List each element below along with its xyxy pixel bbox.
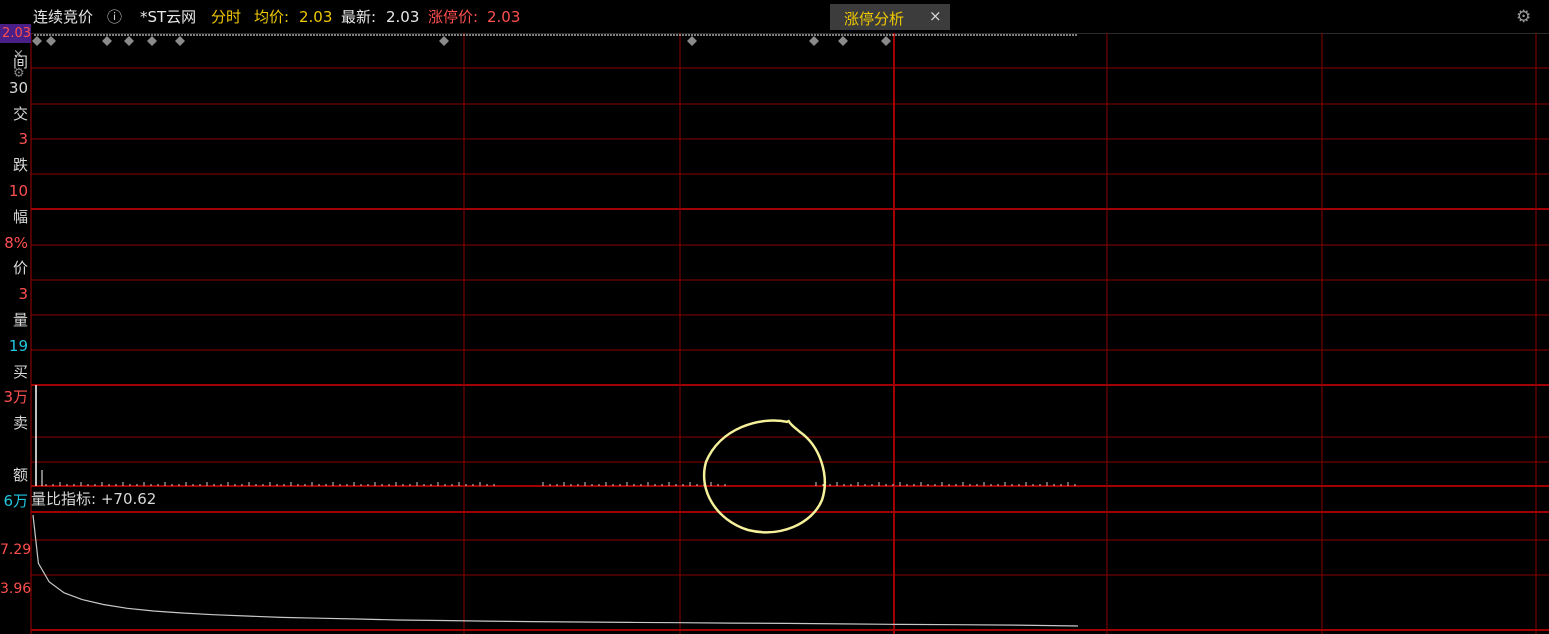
quote-info-item: 3: [18, 130, 28, 149]
quote-info-item: 3万: [3, 388, 28, 407]
quote-info-item: 价: [12, 259, 28, 278]
quote-info-item: 卖: [12, 414, 28, 433]
event-diamond-marker: [687, 36, 697, 46]
volume-ratio-line: [32, 514, 1079, 627]
ratio-scale-label: 7.29: [0, 542, 32, 558]
event-diamond-marker: [102, 36, 112, 46]
event-diamond-marker: [32, 36, 42, 46]
event-markers: [32, 36, 891, 46]
event-diamond-marker: [147, 36, 157, 46]
quote-info-item: 额: [12, 465, 28, 484]
volume-ratio-label: 量比指标:: [31, 490, 97, 508]
event-diamond-marker: [809, 36, 819, 46]
quote-info-item: 间: [12, 53, 28, 71]
quote-info-item: 6万: [3, 491, 28, 510]
price-scale-top-value: 2.03: [0, 24, 31, 43]
quote-info-item: 量: [12, 311, 28, 329]
volume-ratio-value: +70.62: [100, 490, 157, 508]
event-diamond-marker: [439, 36, 449, 46]
volume-bars: [35, 385, 1076, 486]
quote-info-item: 30: [8, 78, 28, 97]
quote-info-item: 跌: [12, 156, 28, 175]
ratio-scale-label: 3.96: [0, 581, 32, 597]
quote-info-item: 8%: [4, 233, 28, 252]
quote-info-item: 19: [8, 336, 28, 355]
quote-info-item: 10: [8, 182, 28, 200]
event-diamond-marker: [46, 36, 56, 46]
quote-info-item: 幅: [12, 207, 28, 226]
quote-info-item: 买: [12, 362, 28, 381]
intraday-chart: [30, 33, 1549, 634]
event-diamond-marker: [838, 36, 848, 46]
event-diamond-marker: [124, 36, 134, 46]
quote-info-item: 交: [12, 104, 28, 123]
event-diamond-marker: [175, 36, 185, 46]
volume-ratio-indicator: 量比指标: +70.62: [31, 489, 156, 509]
event-diamond-marker: [881, 36, 891, 46]
quote-info-item: 3: [18, 285, 28, 304]
